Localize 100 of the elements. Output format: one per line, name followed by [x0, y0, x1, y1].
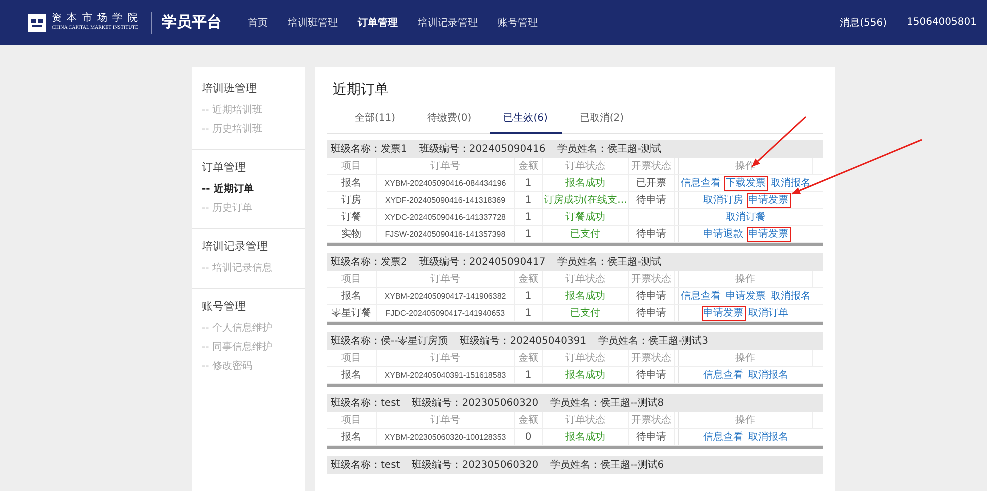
sidebar-heading: 培训班管理 — [202, 81, 258, 96]
action-link[interactable]: 申请发票 — [748, 228, 790, 240]
table-cell: 订餐 — [327, 209, 377, 225]
sidebar-heading: 账号管理 — [202, 299, 247, 314]
table-cell: 待申请 — [629, 429, 675, 445]
page-title: 近期订单 — [333, 81, 390, 99]
table-cell: 报名 — [327, 367, 377, 383]
table-cell: XYBM-202405090416-084434196 — [377, 175, 515, 191]
table-cell: 报名 — [327, 175, 377, 191]
column-header: 订单状态 — [543, 158, 629, 174]
table-cell: 零星订餐 — [327, 305, 377, 321]
table-cell: 1 — [515, 305, 543, 321]
logo-icon — [28, 14, 46, 32]
table-cell: 1 — [515, 209, 543, 225]
column-header: 操作 — [679, 271, 813, 287]
column-header: 订单状态 — [543, 271, 629, 287]
action-link[interactable]: 取消订单 — [748, 306, 790, 320]
table-cell: 报名成功 — [543, 175, 629, 191]
action-link[interactable]: 申请发票 — [702, 306, 744, 320]
table-cell: 报名成功 — [543, 288, 629, 304]
action-link[interactable]: 信息查看 — [702, 430, 744, 444]
table-cell: 报名成功 — [543, 429, 629, 445]
action-link[interactable]: 申请发票 — [748, 194, 790, 206]
sidebar-heading: 订单管理 — [202, 160, 247, 175]
table-cell: XYBM-202405040391-151618583 — [377, 367, 515, 383]
action-link[interactable]: 取消订餐 — [725, 210, 767, 224]
table-cell: 订房成功(在线支... — [543, 192, 629, 208]
column-header: 订单号 — [377, 350, 515, 366]
nav-link[interactable]: 培训班管理 — [288, 16, 338, 30]
column-header: 金额 — [515, 350, 543, 366]
table-cell: 报名 — [327, 288, 377, 304]
column-header: 开票状态 — [629, 271, 675, 287]
filter-tab[interactable]: 已生效(6) — [490, 107, 562, 134]
nav-link[interactable]: 培训记录管理 — [418, 16, 478, 30]
table-cell: XYDF-202405090416-141318369 — [377, 192, 515, 208]
student-name: 学员姓名：侯王超--测试6 — [550, 458, 664, 472]
class-code: 班级编号：202405090416 — [419, 142, 546, 156]
action-link[interactable]: 信息查看 — [702, 368, 744, 382]
table-cell: 待申请 — [629, 367, 675, 383]
table-cell: FJSW-202405090416-141357398 — [377, 226, 515, 242]
nav-link[interactable]: 订单管理 — [358, 16, 398, 30]
column-header: 订单号 — [377, 158, 515, 174]
action-link[interactable]: 信息查看 — [680, 290, 722, 302]
class-name: 班级名称：发票1 — [331, 142, 408, 156]
nav-link[interactable]: 账号管理 — [498, 16, 538, 30]
table-cell: 1 — [515, 288, 543, 304]
class-name: 班级名称：侯--零星订房预 — [331, 334, 448, 348]
table-cell: 0 — [515, 429, 543, 445]
filter-tab[interactable]: 全部(11) — [341, 107, 410, 134]
class-name: 班级名称：发票2 — [331, 256, 408, 269]
column-header: 项目 — [327, 158, 377, 174]
nav-link[interactable]: 首页 — [248, 16, 268, 30]
table-cell: 1 — [515, 192, 543, 208]
table-cell: 待申请 — [629, 305, 675, 321]
messages-link[interactable]: 消息(556) — [840, 16, 887, 30]
column-header: 项目 — [327, 350, 377, 366]
student-name: 学员姓名：侯王超-测试3 — [598, 334, 709, 348]
student-name: 学员姓名：侯王超--测试8 — [550, 396, 664, 410]
table-cell: 已开票 — [629, 175, 675, 191]
column-header: 开票状态 — [629, 412, 675, 428]
action-link[interactable]: 取消报名 — [748, 368, 790, 382]
action-link[interactable]: 取消订房 — [702, 194, 744, 206]
class-name: 班级名称：test — [331, 458, 400, 472]
table-cell: XYBM-202405090417-141906382 — [377, 288, 515, 304]
action-link[interactable]: 取消报名 — [770, 290, 812, 302]
sidebar-item[interactable]: -- 近期订单 — [202, 180, 295, 199]
table-cell: 待申请 — [629, 226, 675, 242]
column-header: 订单状态 — [543, 350, 629, 366]
class-code: 班级编号：202305060320 — [412, 396, 539, 410]
student-name: 学员姓名：侯王超-测试 — [558, 256, 662, 269]
table-cell: 1 — [515, 367, 543, 383]
action-link[interactable]: 信息查看 — [680, 176, 722, 190]
column-header: 订单号 — [377, 412, 515, 428]
class-code: 班级编号：202305060320 — [412, 458, 539, 472]
table-cell: 报名 — [327, 429, 377, 445]
column-header: 金额 — [515, 271, 543, 287]
column-header: 金额 — [515, 412, 543, 428]
action-link[interactable]: 下载发票 — [725, 176, 767, 190]
action-link[interactable]: 取消报名 — [770, 176, 812, 190]
column-header: 操作 — [679, 412, 813, 428]
user-account[interactable]: 15064005801 — [907, 17, 977, 28]
column-header: 订单号 — [377, 271, 515, 287]
action-link[interactable]: 申请退款 — [702, 228, 744, 240]
action-link[interactable]: 申请发票 — [725, 290, 767, 302]
platform-title: 学员平台 — [162, 13, 222, 32]
action-link[interactable]: 取消报名 — [748, 430, 790, 444]
class-code: 班级编号：202405090417 — [419, 256, 546, 269]
table-cell: 待申请 — [629, 192, 675, 208]
class-name: 班级名称：test — [331, 396, 400, 410]
table-cell: 实物 — [327, 226, 377, 242]
table-cell: XYBM-202305060320-100128353 — [377, 429, 515, 445]
filter-tab[interactable]: 已取消(2) — [566, 107, 638, 134]
column-header: 订单状态 — [543, 412, 629, 428]
column-header: 金额 — [515, 158, 543, 174]
table-cell: 已支付 — [543, 305, 629, 321]
class-code: 班级编号：202405040391 — [460, 334, 587, 348]
column-header: 项目 — [327, 271, 377, 287]
table-cell: 1 — [515, 175, 543, 191]
table-cell: XYDC-202405090416-141337728 — [377, 209, 515, 225]
filter-tab[interactable]: 待缴费(0) — [414, 107, 486, 134]
